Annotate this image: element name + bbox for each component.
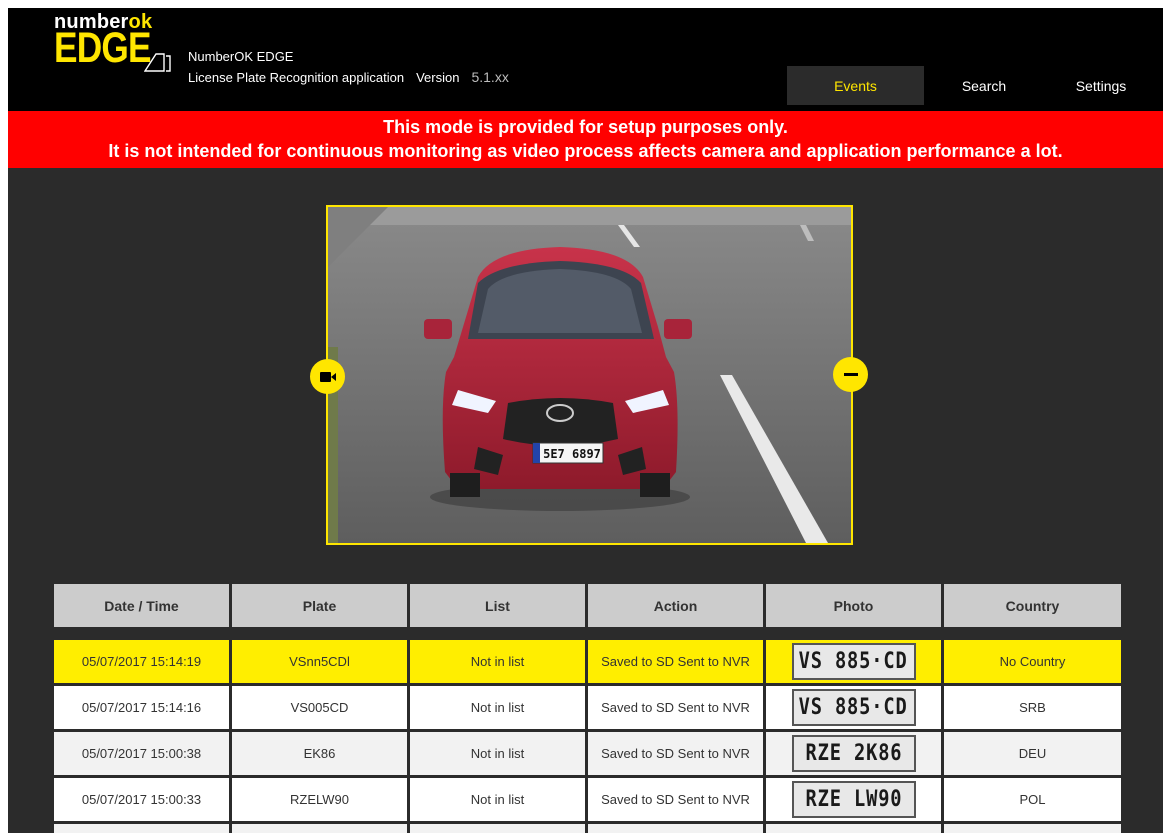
plate-photo-text: VS 885·CD <box>799 695 908 720</box>
table-row-partial[interactable] <box>54 824 1121 833</box>
app-name: NumberOK EDGE <box>188 49 294 64</box>
table-row[interactable]: 05/07/2017 15:00:33 RZELW90 Not in list … <box>54 778 1121 821</box>
cell-plate: EK86 <box>232 732 407 775</box>
cell-photo: VS 885·CD <box>766 640 941 683</box>
warning-line-1: This mode is provided for setup purposes… <box>383 117 788 137</box>
plate-photo[interactable]: VS 885·CD <box>791 689 916 726</box>
cell-action: Saved to SD Sent to NVR <box>588 686 763 729</box>
cell-datetime: 05/07/2017 15:14:16 <box>54 686 229 729</box>
table-row[interactable]: 05/07/2017 15:00:38 EK86 Not in list Sav… <box>54 732 1121 775</box>
cell-photo: VS 885·CD <box>766 686 941 729</box>
warning-line-2: It is not intended for continuous monito… <box>108 141 1063 161</box>
cell-list: Not in list <box>410 732 585 775</box>
cell-photo: RZE LW90 <box>766 778 941 821</box>
version-label: Version <box>416 70 460 85</box>
plate-photo[interactable]: RZE 2K86 <box>791 735 916 772</box>
tab-settings[interactable]: Settings <box>1044 66 1158 105</box>
cell-empty <box>232 824 407 833</box>
app-subtitle: License Plate Recognition application Ver… <box>188 69 509 85</box>
cell-country: No Country <box>944 640 1121 683</box>
plate-photo-text: RZE LW90 <box>805 787 902 812</box>
cell-empty <box>944 824 1121 833</box>
cell-datetime: 05/07/2017 15:00:33 <box>54 778 229 821</box>
cell-empty <box>54 824 229 833</box>
plate-photo[interactable]: VS 885·CD <box>791 643 916 680</box>
cell-plate: VSnn5CDl <box>232 640 407 683</box>
plate-photo-text: VS 885·CD <box>799 649 908 674</box>
cell-list: Not in list <box>410 640 585 683</box>
cell-empty <box>588 824 763 833</box>
column-header-datetime[interactable]: Date / Time <box>54 584 229 627</box>
video-camera-icon <box>319 371 336 382</box>
column-header-list[interactable]: List <box>410 584 585 627</box>
video-camera-button[interactable] <box>310 359 345 394</box>
video-preview: 5E7 6897 <box>326 205 853 545</box>
header: numberok EDGE NumberOK EDGE License Plat… <box>8 8 1163 111</box>
cell-plate: VS005CD <box>232 686 407 729</box>
table-row[interactable]: 05/07/2017 15:14:16 VS005CD Not in list … <box>54 686 1121 729</box>
collapse-button[interactable] <box>833 357 868 392</box>
cell-country: SRB <box>944 686 1121 729</box>
cell-photo: RZE 2K86 <box>766 732 941 775</box>
cell-list: Not in list <box>410 686 585 729</box>
app-subtitle-text: License Plate Recognition application <box>188 70 405 85</box>
logo-mark-icon <box>144 53 171 72</box>
column-header-country[interactable]: Country <box>944 584 1121 627</box>
warning-banner: This mode is provided for setup purposes… <box>8 111 1163 168</box>
table-row[interactable]: 05/07/2017 15:14:19 VSnn5CDl Not in list… <box>54 640 1121 683</box>
tab-events[interactable]: Events <box>787 66 924 105</box>
table-header: Date / Time Plate List Action Photo Coun… <box>54 584 1121 627</box>
cell-list: Not in list <box>410 778 585 821</box>
app-window: numberok EDGE NumberOK EDGE License Plat… <box>8 8 1163 833</box>
cell-action: Saved to SD Sent to NVR <box>588 732 763 775</box>
tab-search[interactable]: Search <box>924 66 1044 105</box>
events-table-body: 05/07/2017 15:14:19 VSnn5CDl Not in list… <box>54 640 1121 833</box>
column-header-plate[interactable]: Plate <box>232 584 407 627</box>
cell-action: Saved to SD Sent to NVR <box>588 640 763 683</box>
cell-plate: RZELW90 <box>232 778 407 821</box>
video-frame-image: 5E7 6897 <box>328 207 851 543</box>
plate-photo-text: RZE 2K86 <box>805 741 902 766</box>
video-plate-text: 5E7 6897 <box>543 447 601 461</box>
cell-country: DEU <box>944 732 1121 775</box>
column-header-photo[interactable]: Photo <box>766 584 941 627</box>
cell-empty <box>410 824 585 833</box>
column-header-action[interactable]: Action <box>588 584 763 627</box>
cell-empty <box>766 824 941 833</box>
cell-datetime: 05/07/2017 15:14:19 <box>54 640 229 683</box>
cell-country: POL <box>944 778 1121 821</box>
logo-product: EDGE <box>54 24 151 72</box>
minus-icon <box>843 372 858 376</box>
cell-datetime: 05/07/2017 15:00:38 <box>54 732 229 775</box>
plate-photo[interactable]: RZE LW90 <box>791 781 916 818</box>
cell-action: Saved to SD Sent to NVR <box>588 778 763 821</box>
version-value: 5.1.xx <box>471 69 509 85</box>
